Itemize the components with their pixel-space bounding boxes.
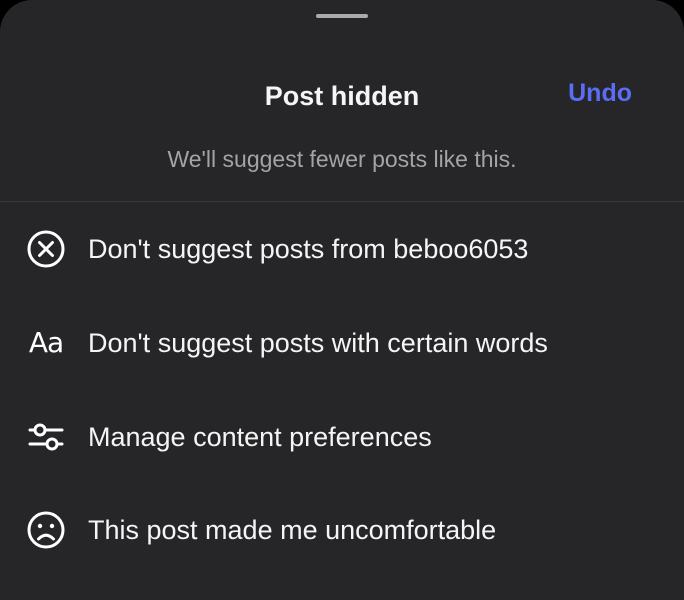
sheet-subtitle: We'll suggest fewer posts like this. [167, 146, 517, 172]
option-dont-suggest-words[interactable]: Aa Don't suggest posts with certain word… [0, 313, 684, 373]
sliders-icon [24, 415, 68, 459]
option-post-made-uncomfortable[interactable]: This post made me uncomfortable [0, 500, 684, 560]
bottom-sheet: Post hidden Undo We'll suggest fewer pos… [0, 0, 684, 600]
undo-button[interactable]: Undo [568, 76, 632, 110]
text-aa-icon: Aa [24, 321, 68, 365]
drag-handle[interactable] [316, 14, 368, 18]
circle-x-icon [24, 227, 68, 271]
option-dont-suggest-from-user[interactable]: Don't suggest posts from beboo6053 [0, 219, 684, 279]
option-label: Don't suggest posts with certain words [88, 327, 548, 358]
option-label: Don't suggest posts from beboo6053 [88, 233, 529, 264]
option-manage-content-preferences[interactable]: Manage content preferences [0, 407, 684, 467]
sad-face-icon [24, 508, 68, 552]
option-label: Manage content preferences [88, 421, 432, 452]
option-label: This post made me uncomfortable [88, 514, 497, 545]
divider [0, 201, 684, 202]
text-aa-glyph: Aa [28, 326, 64, 359]
